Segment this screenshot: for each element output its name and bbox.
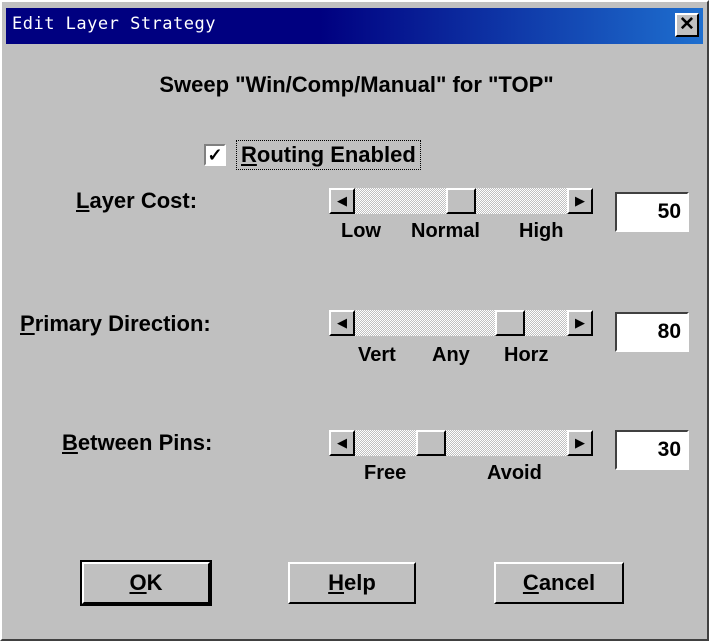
layer-cost-label-text: ayer Cost: [89,188,198,213]
ok-label-text: K [146,570,163,595]
routing-enabled-label[interactable]: Routing Enabled [236,140,421,170]
between-pins-mnemonic: B [62,430,78,455]
between-pins-scrollbar[interactable]: ◀ ▶ [329,430,593,456]
primary-direction-mnemonic: P [20,311,35,336]
primary-direction-scrollbar[interactable]: ◀ ▶ [329,310,593,336]
layer-cost-label: Layer Cost: [76,188,197,214]
primary-direction-thumb[interactable] [495,310,525,336]
layer-cost-tick-low: Low [341,220,381,242]
routing-enabled-label-text: outing Enabled [256,142,416,167]
scroll-right-icon[interactable]: ▶ [567,430,593,456]
checkbox-box[interactable]: ✓ [204,144,226,166]
scroll-left-icon[interactable]: ◀ [329,310,355,336]
layer-cost-tick-normal: Normal [411,220,480,242]
close-icon[interactable]: ✕ [675,13,699,37]
primary-direction-value[interactable]: 80 [615,312,689,352]
help-mnemonic: H [328,570,345,595]
scroll-right-icon[interactable]: ▶ [567,188,593,214]
layer-cost-thumb[interactable] [446,188,476,214]
between-pins-tick-free: Free [364,462,407,484]
layer-cost-scrollbar[interactable]: ◀ ▶ [329,188,593,214]
between-pins-label-text: etween Pins: [77,430,213,455]
ok-mnemonic: O [129,570,147,595]
scroll-left-icon[interactable]: ◀ [329,188,355,214]
routing-enabled-mnemonic: R [241,142,257,167]
cancel-button[interactable]: Cancel [494,562,624,604]
ok-button[interactable]: OK [80,560,212,606]
help-label-text: elp [344,570,376,595]
title-bar[interactable]: Edit Layer Strategy ✕ [6,8,703,44]
cancel-mnemonic: C [522,570,539,595]
layer-cost-mnemonic: L [76,188,90,213]
primary-direction-tick-vert: Vert [358,344,396,366]
window-title: Edit Layer Strategy [12,14,216,34]
between-pins-track[interactable] [355,430,567,456]
primary-direction-tick-any: Any [432,344,470,366]
help-button[interactable]: Help [288,562,416,604]
cancel-label-text: ancel [538,570,596,595]
scroll-right-icon[interactable]: ▶ [567,310,593,336]
layer-cost-value[interactable]: 50 [615,192,689,232]
scroll-left-icon[interactable]: ◀ [329,430,355,456]
between-pins-label: Between Pins: [62,430,212,456]
between-pins-value[interactable]: 30 [615,430,689,470]
primary-direction-label-text: rimary Direction: [34,311,211,336]
between-pins-thumb[interactable] [416,430,446,456]
primary-direction-label: Primary Direction: [20,311,211,337]
dialog-heading: Sweep "Win/Comp/Manual" for "TOP" [159,72,554,97]
primary-direction-track[interactable] [355,310,567,336]
edit-layer-strategy-dialog: Edit Layer Strategy ✕ Sweep "Win/Comp/Ma… [0,0,709,641]
between-pins-tick-avoid: Avoid [487,462,542,484]
primary-direction-tick-horz: Horz [504,344,549,366]
layer-cost-tick-high: High [519,220,564,242]
